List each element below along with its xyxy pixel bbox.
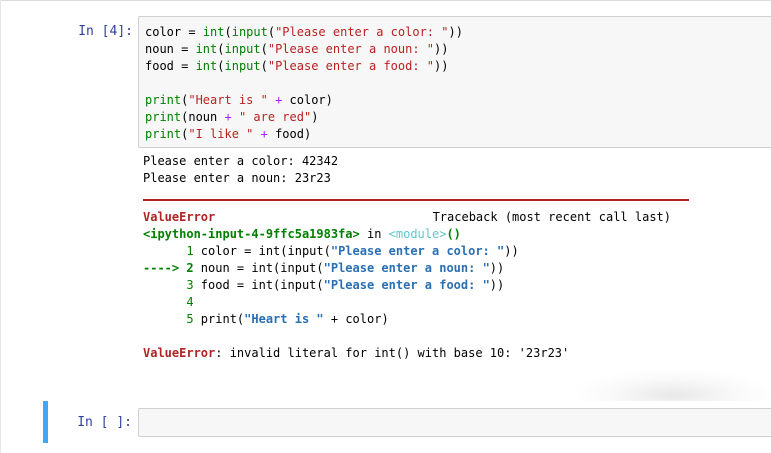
code-line-5: print("Heart is " + color) bbox=[145, 93, 333, 107]
traceback-line-5: 5 print("Heart is " + color) bbox=[143, 312, 389, 326]
code-line-6: print(noun + " are red") bbox=[145, 110, 319, 124]
traceback-line-2: ----> 2 noun = int(input("Please enter a… bbox=[143, 261, 505, 275]
input-prompt-empty: In [ ]: bbox=[77, 415, 132, 430]
stdin-noun: Please enter a noun: 23r23 bbox=[143, 171, 331, 185]
code-line-1: color = int(input("Please enter a color:… bbox=[145, 25, 463, 39]
error-message: ValueError: invalid literal for int() wi… bbox=[143, 346, 570, 360]
traceback-line-4: 4 bbox=[143, 295, 194, 309]
code-cell-empty[interactable]: In [ ]: bbox=[43, 401, 771, 443]
traceback-line-3: 3 food = int(input("Please enter a food:… bbox=[143, 278, 505, 292]
cell-output: Please enter a color: 42342 Please enter… bbox=[143, 153, 771, 362]
traceback-divider bbox=[143, 199, 689, 201]
code-editor-empty[interactable] bbox=[138, 408, 771, 437]
stdin-color: Please enter a color: 42342 bbox=[143, 154, 339, 168]
code-line-7: print("I like " + food) bbox=[145, 127, 312, 141]
input-prompt: In [4]: bbox=[78, 24, 133, 39]
code-line-3: food = int(input("Please enter a food: "… bbox=[145, 59, 449, 73]
traceback-line-1: 1 color = int(input("Please enter a colo… bbox=[143, 244, 519, 258]
traceback-location: <ipython-input-4-9ffc5a1983fa> in <modul… bbox=[143, 227, 461, 241]
error-type: ValueError bbox=[143, 210, 216, 224]
code-editor[interactable]: color = int(input("Please enter a color:… bbox=[138, 16, 771, 148]
code-line-2: noun = int(input("Please enter a noun: "… bbox=[145, 42, 449, 56]
traceback-header: ValueError Traceback (most recent call l… bbox=[143, 209, 671, 226]
code-cell-4[interactable]: In [4]: color = int(input("Please enter … bbox=[7, 16, 771, 376]
notebook-area: In [4]: color = int(input("Please enter … bbox=[0, 0, 771, 453]
traceback-label: Traceback (most recent call last) bbox=[432, 210, 671, 224]
top-divider bbox=[1, 0, 771, 7]
